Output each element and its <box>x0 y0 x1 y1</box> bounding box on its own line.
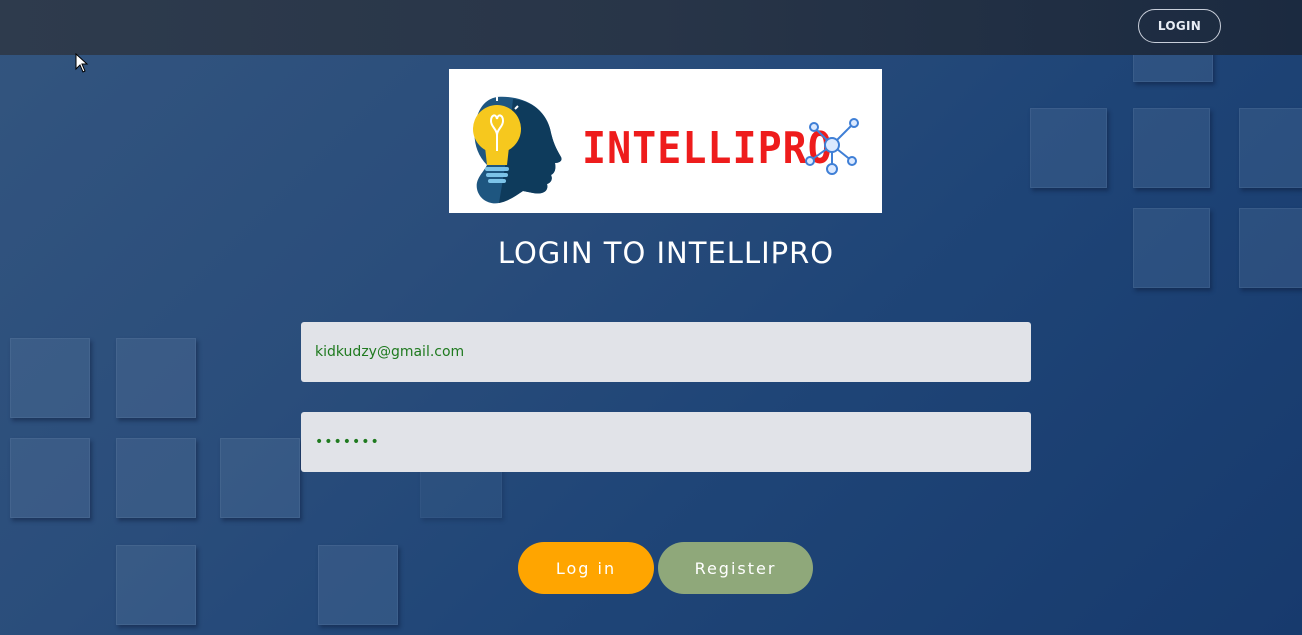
top-navigation-bar: LOGIN <box>0 0 1302 55</box>
head-lightbulb-icon <box>473 96 562 204</box>
mouse-cursor-icon <box>75 53 89 73</box>
log-in-button[interactable]: Log in <box>518 542 654 594</box>
email-field[interactable] <box>301 322 1031 382</box>
logo: INTELLIPRO <box>449 69 882 213</box>
page-title: LOGIN TO INTELLIPRO <box>497 236 835 270</box>
register-button[interactable]: Register <box>658 542 813 594</box>
logo-brand-text: INTELLIPRO <box>582 124 833 174</box>
network-nodes-icon <box>805 118 859 175</box>
password-field[interactable] <box>301 412 1031 472</box>
nav-login-button[interactable]: LOGIN <box>1138 9 1221 43</box>
